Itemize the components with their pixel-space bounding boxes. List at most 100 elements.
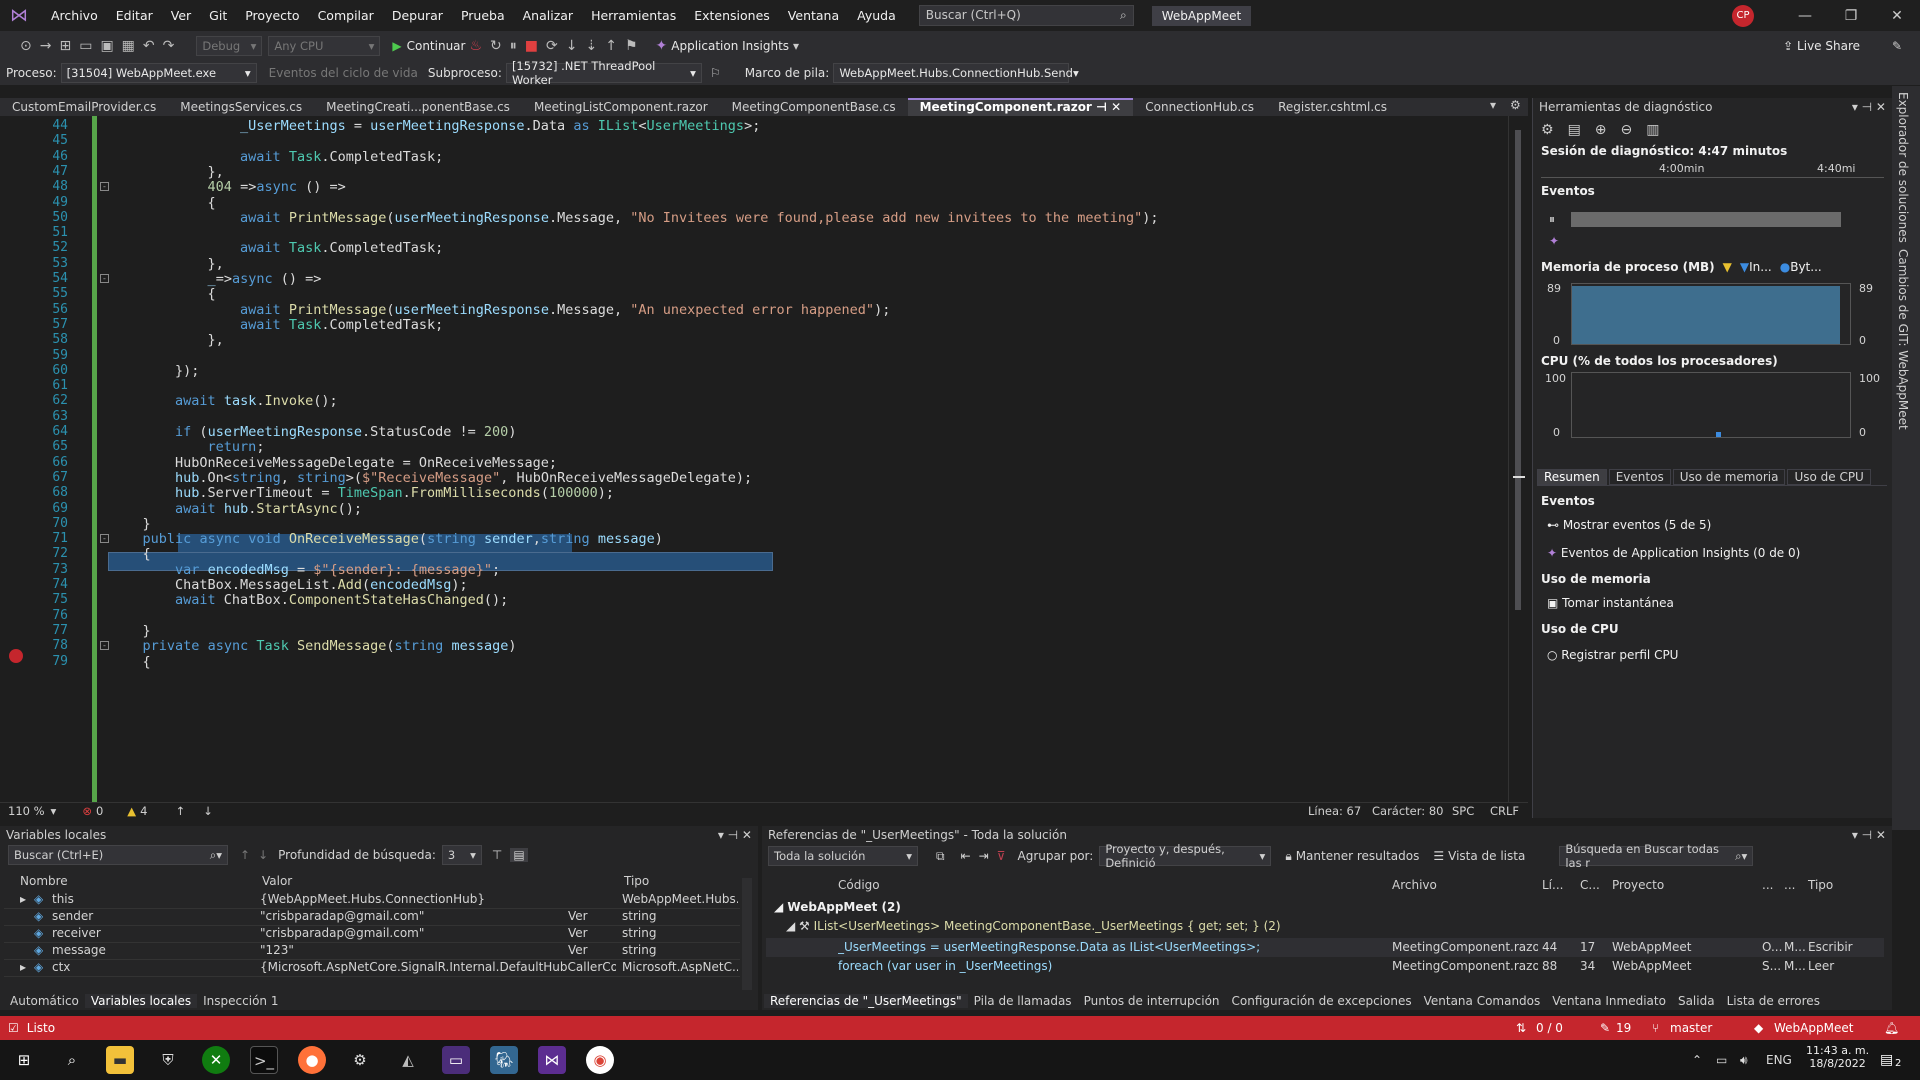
menu-12[interactable]: Ayuda <box>848 8 905 23</box>
warning-icon[interactable]: ▲ <box>127 804 136 818</box>
minimize-icon[interactable]: — <box>1782 8 1828 24</box>
tab-list-icon[interactable]: ▾ <box>1490 98 1496 112</box>
branch-icon[interactable]: ⑂ <box>1652 1021 1659 1035</box>
menu-7[interactable]: Prueba <box>452 8 514 23</box>
down-arrow-icon[interactable]: ↓ <box>203 804 213 818</box>
language-indicator[interactable]: ENG <box>1766 1053 1792 1067</box>
terminal-icon[interactable]: >_ <box>250 1046 278 1074</box>
memory-chart[interactable] <box>1571 283 1851 345</box>
search-input[interactable]: Buscar (Ctrl+Q) ⌕ <box>918 5 1134 26</box>
col-name[interactable]: Nombre <box>20 874 68 888</box>
firefox-icon[interactable]: ● <box>298 1046 326 1074</box>
start-icon[interactable]: ⊞ <box>10 1046 38 1074</box>
menu-3[interactable]: Git <box>200 8 236 23</box>
line-indicator[interactable]: Línea: 67 <box>1308 804 1361 818</box>
app-insights-button[interactable]: Application Insights <box>671 39 789 53</box>
menu-0[interactable]: Archivo <box>42 8 107 23</box>
cpu-section-header[interactable]: CPU (% de todos los procesadores) <box>1541 354 1778 368</box>
panel-controls[interactable]: ▾ ⊣ ✕ <box>718 828 752 842</box>
visualizer-button[interactable]: Ver <box>568 943 618 957</box>
bottom-tab[interactable]: Ventana Comandos <box>1418 994 1547 1008</box>
live-share-button[interactable]: ⇪ Live Share <box>1783 39 1860 53</box>
reset-zoom-icon[interactable]: ▥ <box>1646 122 1659 138</box>
close-tab-icon[interactable]: ⊣ ✕ <box>1092 100 1121 114</box>
breakpoint-icon[interactable] <box>9 649 23 663</box>
diagnostic-tab[interactable]: Resumen <box>1537 468 1607 485</box>
locals-scrollbar[interactable] <box>742 878 752 990</box>
menu-4[interactable]: Proyecto <box>236 8 308 23</box>
fire-icon[interactable]: ♨ <box>469 38 482 54</box>
pause-events-icon[interactable]: ⏸ <box>1549 212 1555 227</box>
col-extra-b[interactable]: ... <box>1784 878 1795 892</box>
menu-8[interactable]: Analizar <box>514 8 582 23</box>
branch-name[interactable]: master <box>1670 1021 1712 1035</box>
bottom-tab[interactable]: Referencias de "_UserMeetings" <box>764 994 968 1008</box>
editor-tab[interactable]: MeetingComponentBase.cs <box>720 98 908 116</box>
menu-10[interactable]: Extensiones <box>685 8 779 23</box>
git-changes-tab[interactable]: Cambios de GIT: WebAppMeet <box>1896 249 1910 430</box>
menu-2[interactable]: Ver <box>162 8 200 23</box>
collapse-icon[interactable]: - <box>100 534 109 544</box>
visualizer-button[interactable]: Ver <box>568 926 618 940</box>
bottom-tab[interactable]: Salida <box>1672 994 1721 1008</box>
commit-counter[interactable]: 0 / 0 <box>1536 1021 1563 1035</box>
list-view-icon[interactable]: ☰ <box>1433 849 1444 863</box>
bookmark-icon[interactable]: ⚑ <box>625 38 638 54</box>
diagnostic-tab[interactable]: Uso de memoria <box>1672 468 1786 485</box>
bottom-tab[interactable]: Puntos de interrupción <box>1078 994 1226 1008</box>
close-icon[interactable]: ✕ <box>1874 8 1920 24</box>
refs-search-input[interactable]: Búsqueda en Buscar todas las r ⌕▾ <box>1559 842 1754 870</box>
col-file[interactable]: Archivo <box>1392 878 1437 892</box>
search-icon[interactable]: ⌕ <box>58 1046 86 1074</box>
editor-tab[interactable]: MeetingComponent.razor ⊣ ✕ <box>907 98 1134 116</box>
ai-events-link[interactable]: ✦ Eventos de Application Insights (0 de … <box>1547 546 1800 560</box>
chevron-down-icon[interactable]: ▾ <box>793 39 799 53</box>
undo-icon[interactable]: ↶ <box>143 38 155 54</box>
step-out-icon[interactable]: ↑ <box>605 38 617 54</box>
collapse-icon[interactable]: - <box>100 274 109 283</box>
export-icon[interactable]: ▤ <box>1568 122 1581 138</box>
events-track[interactable] <box>1571 212 1841 227</box>
panel-controls[interactable]: ▾ ⊣ ✕ <box>1852 828 1886 842</box>
col-column[interactable]: C... <box>1580 878 1600 892</box>
bottom-tab[interactable]: Lista de errores <box>1721 994 1826 1008</box>
clock[interactable]: 11:43 a. m. 18/8/2022 <box>1806 1044 1869 1070</box>
open-file-icon[interactable]: ▭ <box>79 38 92 54</box>
platform-select[interactable]: Any CPU ▾ <box>268 35 381 56</box>
error-count[interactable]: 0 <box>96 804 103 818</box>
terminal-alt-icon[interactable]: ▭ <box>442 1046 470 1074</box>
show-events-link[interactable]: ⊷ Mostrar eventos (5 de 5) <box>1547 518 1711 532</box>
notification-center-icon[interactable]: ▤ <box>1880 1052 1893 1068</box>
app-insights-icon[interactable]: ✦ <box>656 38 668 54</box>
zoom-level[interactable]: 110 % <box>8 804 45 818</box>
expand-arrow-icon[interactable]: ▸ <box>20 892 26 906</box>
col-extra-a[interactable]: ... <box>1762 878 1773 892</box>
lock-icon[interactable]: 🔒︎ <box>1285 849 1291 864</box>
repo-icon[interactable]: ◆ <box>1754 1021 1763 1035</box>
error-icon[interactable]: ⊗ <box>82 804 92 818</box>
editor-tab[interactable]: MeetingListComponent.razor <box>522 98 720 116</box>
warning-count[interactable]: 4 <box>140 804 147 818</box>
col-kind[interactable]: Tipo <box>1808 878 1833 892</box>
settings-gear-icon[interactable]: ⚙ <box>1510 98 1521 112</box>
cpu-chart[interactable] <box>1571 372 1851 438</box>
locals-tab[interactable]: Variables locales <box>84 994 198 1008</box>
col-project[interactable]: Proyecto <box>1612 878 1664 892</box>
app-icon[interactable]: ◭ <box>394 1046 422 1074</box>
refresh-icon[interactable]: ↻ <box>490 38 502 54</box>
visual-studio-logo-icon[interactable]: ⋈ <box>10 5 32 27</box>
process-select[interactable]: [31504] WebAppMeet.exe ▾ <box>60 62 257 83</box>
group-by-select[interactable]: Proyecto y, después, Definició ▾ <box>1099 842 1272 870</box>
locals-tab[interactable]: Automático <box>4 994 85 1008</box>
char-indicator[interactable]: Carácter: 80 <box>1372 804 1443 818</box>
settings-icon[interactable]: ⚙ <box>346 1046 374 1074</box>
restart-icon[interactable]: ⟳ <box>546 38 558 54</box>
xbox-icon[interactable]: ✕ <box>202 1046 230 1074</box>
pause-icon[interactable]: ⏸ <box>510 38 517 54</box>
redo-icon[interactable]: ↷ <box>163 38 175 54</box>
bottom-tab[interactable]: Configuración de excepciones <box>1226 994 1418 1008</box>
editor-tab[interactable]: MeetingsServices.cs <box>168 98 314 116</box>
save-icon[interactable]: ▣ <box>100 38 113 54</box>
configuration-select[interactable]: Debug ▾ <box>196 35 263 56</box>
volume-icon[interactable]: 🔊︎ <box>1740 1053 1748 1068</box>
